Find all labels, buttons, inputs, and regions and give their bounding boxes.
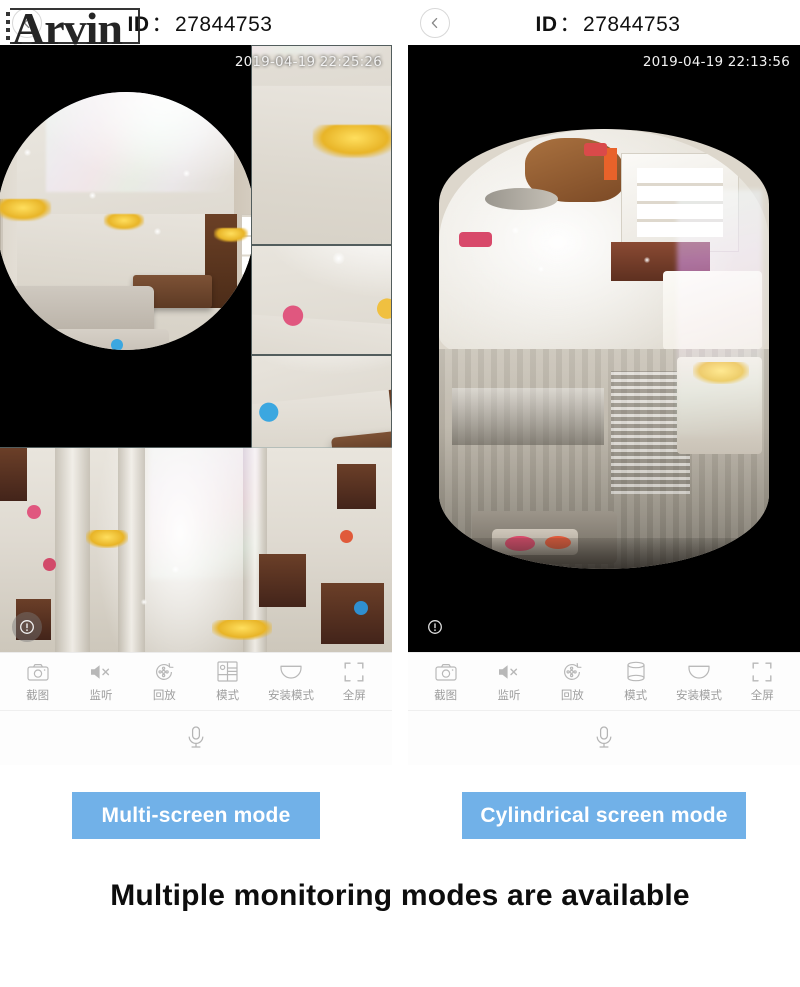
tool-screenshot-right[interactable]: 截图 [423, 661, 469, 703]
caption-multi-screen-mode: Multi-screen mode [71, 791, 321, 839]
tool-label: 监听 [497, 687, 521, 702]
id-label-right: ID [535, 12, 558, 36]
tool-screenshot-left[interactable]: 截图 [15, 661, 61, 703]
alert-exclamation-icon-left[interactable] [12, 612, 42, 642]
video-timestamp-left: 2019-04-19 22:25:26 [234, 54, 382, 70]
tool-label: 截图 [434, 687, 458, 702]
id-separator-left: ： [151, 12, 174, 36]
panorama-strip[interactable] [0, 447, 392, 652]
footer-headline: Multiple monitoring modes are available [110, 879, 690, 912]
mic-bar-right[interactable] [408, 710, 800, 765]
panel-cylindrical-screen: ID：27844753 2019-04-19 22:13:56 截图 监听 回放… [408, 0, 800, 765]
tool-label: 全屏 [750, 687, 774, 702]
tool-playback-right[interactable]: 回放 [549, 661, 595, 703]
tool-fullscreen-left[interactable]: 全屏 [331, 661, 377, 703]
playback-icon [561, 661, 583, 683]
cylinder-projection [439, 128, 769, 569]
video-view-cylindrical[interactable]: 2019-04-19 22:13:56 [408, 45, 800, 652]
camera-icon [435, 661, 457, 683]
mic-bar-left[interactable] [0, 710, 392, 765]
tool-mode-left[interactable]: 模式 [205, 661, 251, 703]
microphone-icon [593, 725, 615, 751]
page-title-left: ID：27844753 [42, 8, 392, 38]
tool-label: 全屏 [342, 687, 366, 702]
tool-mode-right[interactable]: 模式 [613, 661, 659, 703]
panel-header-right: ID：27844753 [408, 0, 800, 45]
tool-label: 截图 [26, 687, 50, 702]
captions-row: Multi-screen mode Cylindrical screen mod… [0, 765, 800, 865]
panels-row: ID：27844753 2019-04-19 22:25:26 截图 监听 回放… [0, 0, 800, 765]
panel-multi-screen: ID：27844753 2019-04-19 22:25:26 截图 监听 回放… [0, 0, 392, 765]
tool-label: 安装模式 [675, 687, 722, 702]
camera-icon [27, 661, 49, 683]
tool-label: 回放 [560, 687, 584, 702]
room-scene-crop-3 [252, 356, 391, 459]
microphone-icon [185, 725, 207, 751]
room-scene-crop-2 [252, 246, 391, 354]
grid-mode-icon [217, 661, 238, 683]
sub-view-1[interactable] [251, 45, 392, 245]
tool-label: 监听 [89, 687, 113, 702]
fisheye-circle [0, 92, 251, 350]
fisheye-main-cell[interactable] [0, 45, 251, 460]
tool-label: 安装模式 [267, 687, 314, 702]
tool-listen-right[interactable]: 监听 [486, 661, 532, 703]
speaker-muted-icon [89, 661, 113, 683]
dome-mount-icon [279, 661, 303, 683]
sub-view-3[interactable] [251, 355, 392, 460]
fullscreen-icon [752, 661, 772, 683]
room-scene-crop-1 [252, 46, 391, 244]
alert-exclamation-icon-right[interactable] [420, 612, 450, 642]
page-title-right: ID：27844753 [450, 8, 800, 38]
chevron-left-icon [21, 17, 33, 29]
tool-label: 模式 [216, 687, 240, 702]
tool-listen-left[interactable]: 监听 [78, 661, 124, 703]
tool-playback-left[interactable]: 回放 [141, 661, 187, 703]
sub-view-2[interactable] [251, 245, 392, 355]
tool-install-mode-right[interactable]: 安装模式 [676, 661, 722, 703]
cylindrical-scene [408, 45, 800, 652]
back-button-left[interactable] [12, 7, 42, 38]
id-label-left: ID [127, 12, 150, 36]
cylinder-mode-icon [626, 661, 646, 683]
video-view-multi-screen[interactable]: 2019-04-19 22:25:26 [0, 45, 392, 652]
tool-label: 回放 [152, 687, 176, 702]
playback-icon [153, 661, 175, 683]
toolbar-right: 截图 监听 回放 模式 安装模式 全屏 [408, 652, 800, 710]
caption-cylindrical-screen-mode: Cylindrical screen mode [462, 791, 746, 839]
tool-install-mode-left[interactable]: 安装模式 [268, 661, 314, 703]
id-separator-right: ： [559, 12, 582, 36]
tool-fullscreen-right[interactable]: 全屏 [739, 661, 785, 703]
panorama-scene [0, 448, 392, 652]
caption-slot-left: Multi-screen mode [0, 791, 392, 839]
fullscreen-icon [344, 661, 364, 683]
chevron-left-icon [429, 17, 441, 29]
dome-mount-icon [687, 661, 711, 683]
toolbar-left: 截图 监听 回放 模式 安装模式 全屏 [0, 652, 392, 710]
video-timestamp-right: 2019-04-19 22:13:56 [642, 54, 790, 70]
room-scene [0, 92, 251, 350]
caption-slot-right: Cylindrical screen mode [408, 791, 800, 839]
id-value-right: 27844753 [583, 12, 681, 36]
panel-header-left: ID：27844753 [0, 0, 392, 45]
id-value-left: 27844753 [175, 12, 273, 36]
speaker-muted-icon [497, 661, 521, 683]
tool-label: 模式 [624, 687, 648, 702]
back-button-right[interactable] [420, 7, 450, 38]
